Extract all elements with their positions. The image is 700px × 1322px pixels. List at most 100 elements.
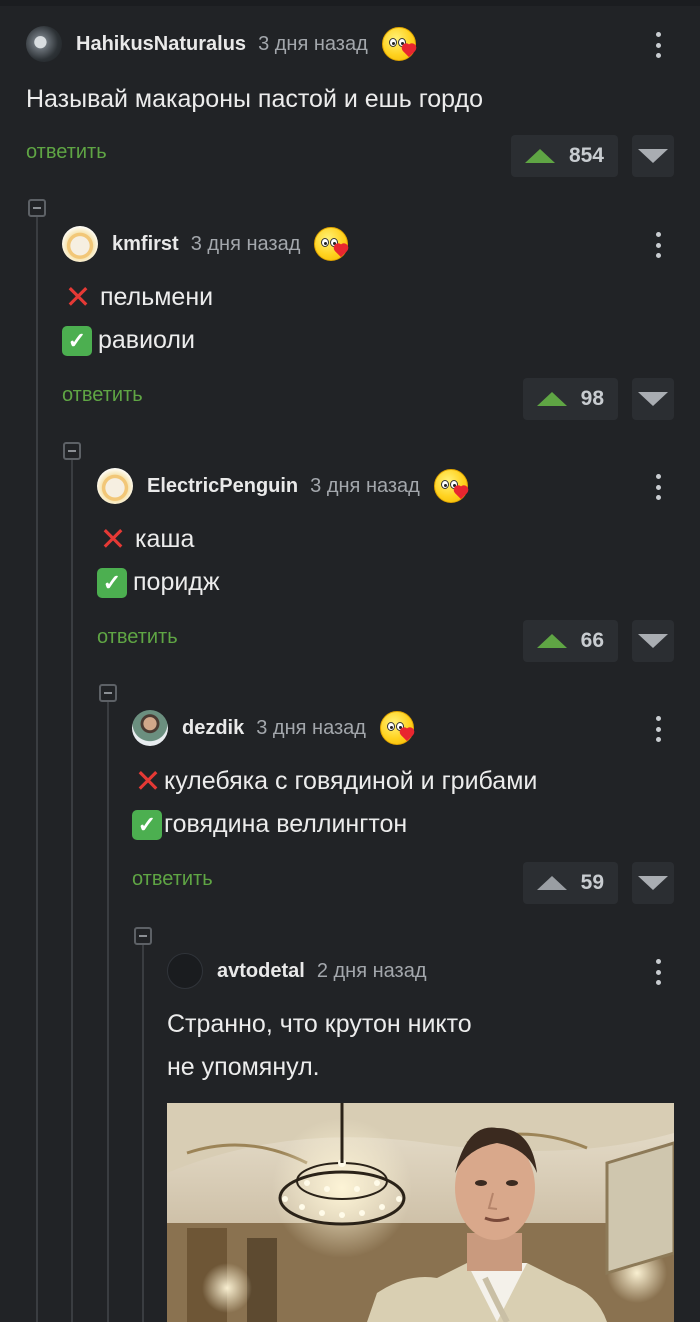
triangle-down-icon (638, 634, 668, 648)
rating-score: 98 (580, 387, 604, 410)
comment-line: ✕ каша (97, 518, 674, 561)
comment-text: Странно, что крутон никто не упомянул. (167, 1003, 674, 1089)
rating-score: 59 (580, 871, 604, 894)
comment: HahikusNaturalus 3 дня назад Называй мак… (26, 24, 674, 179)
more-vertical-icon[interactable] (648, 716, 668, 742)
timestamp: 2 дня назад (316, 959, 427, 982)
downvote-button[interactable] (632, 135, 674, 177)
avatar[interactable] (97, 468, 133, 504)
comment-header: HahikusNaturalus 3 дня назад (26, 24, 674, 64)
avatar[interactable] (62, 226, 98, 262)
username[interactable]: HahikusNaturalus (76, 33, 246, 56)
comment: avtodetal 2 дня назад Странно, что круто… (167, 951, 674, 1089)
comment-line: Называй макароны пастой и ешь гордо (26, 78, 674, 121)
comment-footer: ответить 59 (132, 862, 674, 906)
rating-score: 66 (580, 629, 604, 652)
comment: dezdik 3 дня назад ✕ кулебяка с говядиной… (132, 708, 674, 906)
triangle-up-icon (536, 876, 567, 890)
comment-text: ✕ каша ✓ поридж (97, 518, 674, 604)
comment-header: ElectricPenguin 3 дня назад (97, 466, 674, 506)
thread-line[interactable] (36, 216, 38, 1322)
comment-image-art (167, 1103, 674, 1322)
avatar[interactable] (132, 710, 168, 746)
comment-text: Называй макароны пастой и ешь гордо (26, 78, 674, 121)
reply-link[interactable]: ответить (62, 384, 143, 407)
reply-link[interactable]: ответить (132, 868, 213, 891)
triangle-down-icon (638, 876, 668, 890)
username[interactable]: avtodetal (217, 960, 305, 983)
comment-line-text: Называй макароны пастой и ешь гордо (26, 85, 483, 113)
check-mark-icon: ✓ (132, 809, 162, 840)
kiss-heart-emoji-icon (379, 711, 414, 745)
comment-footer: ответить 98 (62, 378, 674, 422)
comment-line-text: Странно, что крутон никто (167, 1010, 472, 1038)
comment-text: ✕ кулебяка с говядиной и грибами ✓ говядин… (132, 760, 674, 846)
triangle-up-icon (536, 392, 567, 406)
thread-line[interactable] (107, 701, 109, 1322)
downvote-button[interactable] (632, 620, 674, 662)
upvote-button[interactable]: 66 (522, 620, 618, 662)
more-vertical-icon[interactable] (648, 32, 668, 58)
collapse-thread-button[interactable] (134, 927, 152, 945)
vote-controls: 59 (522, 862, 674, 904)
username[interactable]: kmfirst (112, 233, 179, 256)
comment-footer: ответить 66 (97, 620, 674, 664)
comment-header: dezdik 3 дня назад (132, 708, 674, 748)
comment-header: avtodetal 2 дня назад (167, 951, 674, 991)
cross-mark-icon: ✕ (64, 278, 92, 316)
more-vertical-icon[interactable] (648, 474, 668, 500)
username[interactable]: dezdik (182, 717, 244, 740)
comment-line: ✕ кулебяка с говядиной и грибами (132, 760, 674, 803)
cross-mark-icon: ✕ (134, 762, 162, 800)
comment: ElectricPenguin 3 дня назад ✕ каша ✓ порид… (97, 466, 674, 664)
comment-footer: ответить 854 (26, 135, 674, 179)
upvote-button[interactable]: 59 (522, 862, 618, 904)
triangle-down-icon (638, 392, 668, 406)
comment-line: ✕ пельмени (62, 276, 674, 319)
comment-line: ✓ говядина веллингтон (132, 803, 674, 846)
timestamp: 3 дня назад (310, 474, 420, 497)
comment-text: ✕ пельмени ✓ равиоли (62, 276, 674, 362)
downvote-button[interactable] (632, 378, 674, 420)
username[interactable]: ElectricPenguin (147, 475, 298, 498)
vote-controls: 854 (510, 135, 674, 177)
comment-line: Странно, что крутон никто (167, 1003, 674, 1046)
upvote-button[interactable]: 98 (522, 378, 618, 420)
triangle-down-icon (638, 149, 668, 163)
downvote-button[interactable] (632, 862, 674, 904)
comment-line-text: не упомянул. (167, 1053, 320, 1081)
vote-controls: 66 (522, 620, 674, 662)
reply-link[interactable]: ответить (97, 626, 178, 649)
upvote-button[interactable]: 854 (510, 135, 618, 177)
comment-line-text: каша (135, 525, 195, 553)
comment-line: ✓ поридж (97, 561, 674, 604)
more-vertical-icon[interactable] (648, 232, 668, 258)
check-mark-icon: ✓ (62, 325, 92, 356)
thread-line[interactable] (142, 944, 144, 1322)
comment-line-text: поридж (133, 568, 220, 596)
top-divider (0, 0, 700, 6)
vote-controls: 98 (522, 378, 674, 420)
comment-line-text: говядина веллингтон (164, 810, 408, 838)
kiss-heart-emoji-icon (314, 227, 349, 261)
avatar[interactable] (26, 26, 62, 62)
rating-score: 854 (568, 144, 604, 167)
collapse-thread-button[interactable] (28, 199, 46, 217)
cross-mark-icon: ✕ (99, 520, 127, 558)
avatar[interactable] (167, 953, 203, 989)
comment-line-text: кулебяка с говядиной и грибами (164, 767, 538, 795)
comment-line: ✓ равиоли (62, 319, 674, 362)
triangle-up-icon (536, 634, 567, 648)
collapse-thread-button[interactable] (63, 442, 81, 460)
comment-image[interactable] (167, 1103, 674, 1322)
triangle-up-icon (524, 149, 555, 163)
comment: kmfirst 3 дня назад ✕ пельмени ✓ равиоли о… (62, 224, 674, 422)
comment-line-text: равиоли (98, 326, 195, 354)
timestamp: 3 дня назад (190, 232, 301, 255)
collapse-thread-button[interactable] (99, 684, 117, 702)
reply-link[interactable]: ответить (26, 141, 107, 164)
comment-line-text: пельмени (100, 283, 214, 311)
thread-line[interactable] (71, 459, 73, 1322)
kiss-heart-emoji-icon (381, 27, 416, 61)
more-vertical-icon[interactable] (648, 959, 668, 985)
